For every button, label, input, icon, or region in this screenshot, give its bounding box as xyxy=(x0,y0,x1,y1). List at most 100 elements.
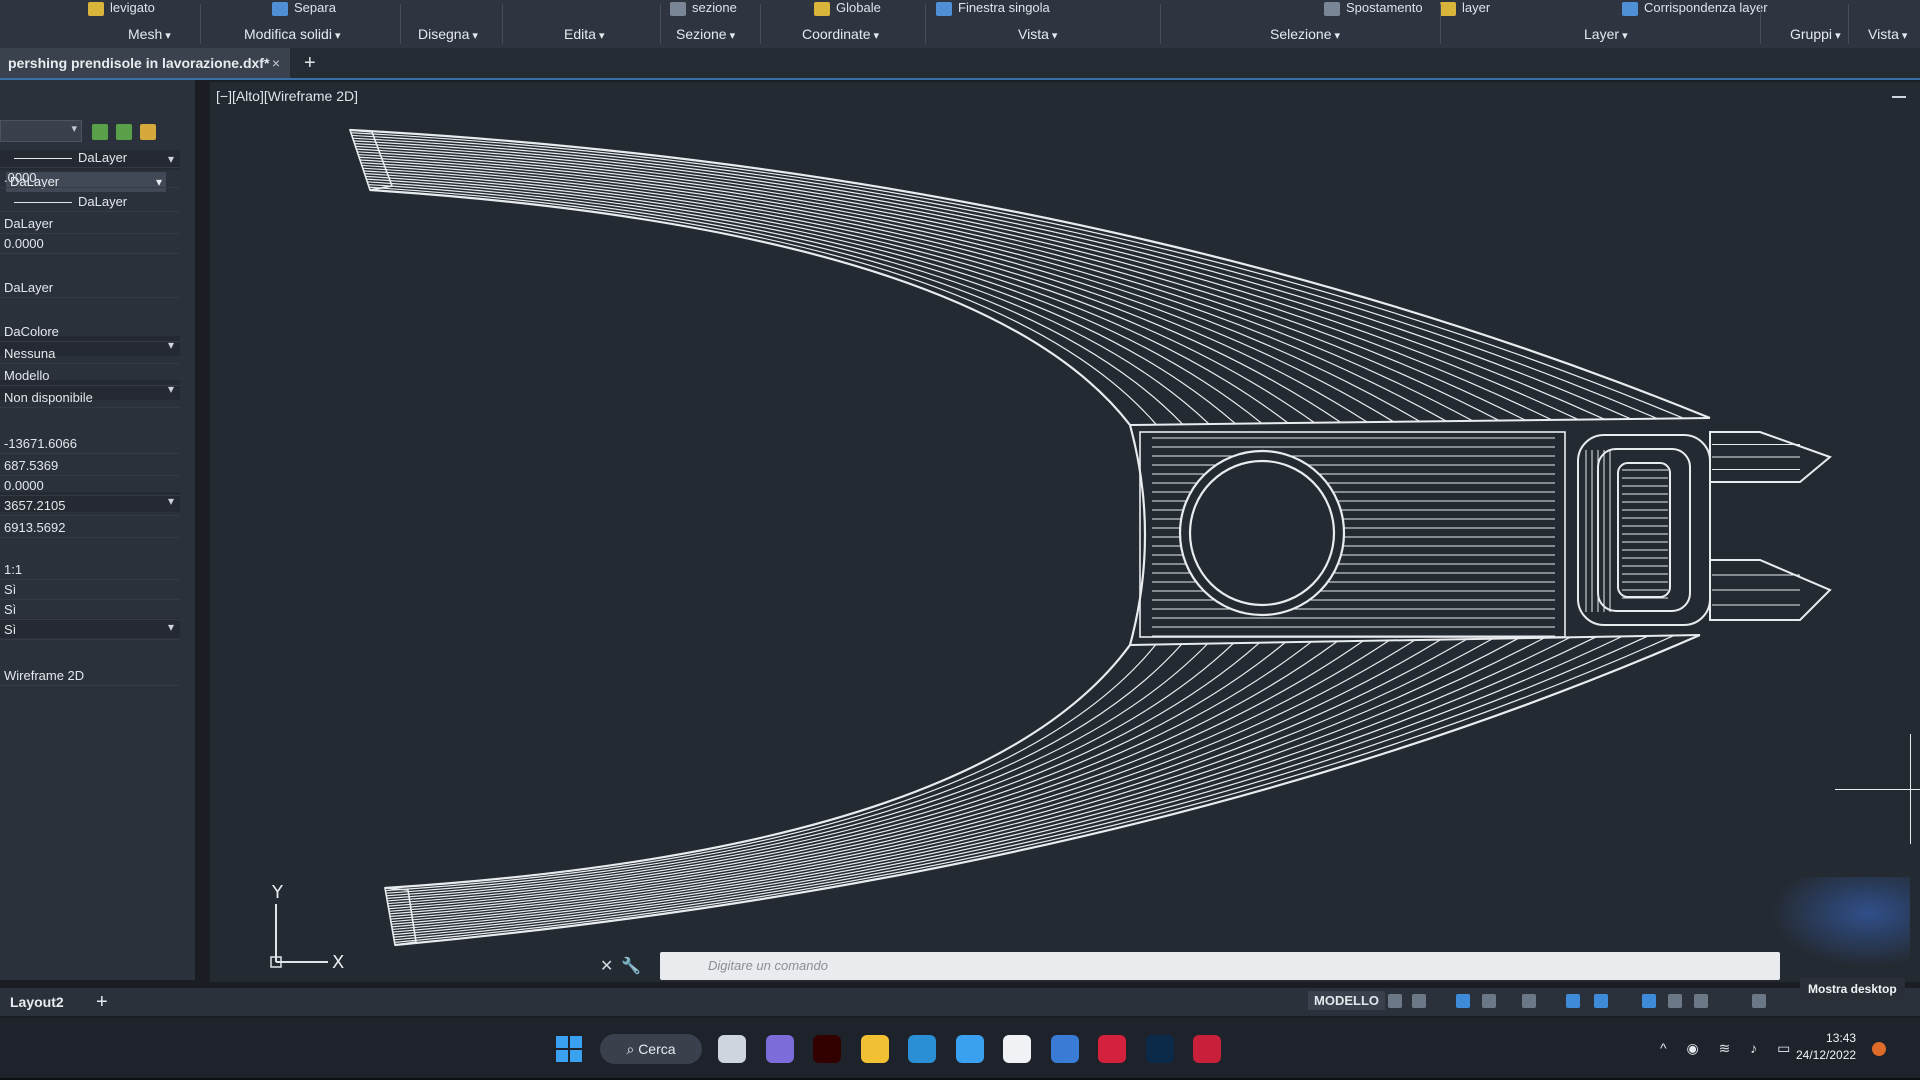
ribbon-tool-label[interactable]: sezione xyxy=(692,0,737,15)
select-objects-icon[interactable] xyxy=(92,124,108,140)
taskbar-app-edge-icon[interactable] xyxy=(908,1035,936,1063)
ribbon-tool-icon[interactable] xyxy=(936,2,952,16)
file-tab-bar: pershing prendisole in lavorazione.dxf* … xyxy=(0,48,1920,80)
ortho-icon[interactable] xyxy=(1456,994,1470,1008)
start-button[interactable] xyxy=(556,1036,582,1062)
ribbon-panel-title[interactable]: Disegna xyxy=(418,26,478,42)
property-value[interactable]: Non disponibile xyxy=(0,388,180,408)
hatch-inner-ring xyxy=(1188,459,1336,607)
property-value[interactable]: 3657.2105 xyxy=(0,496,180,516)
object-snap-tracking-icon[interactable] xyxy=(1566,994,1580,1008)
ribbon-separator xyxy=(660,4,661,44)
taskbar-app-task-view-icon[interactable] xyxy=(718,1035,746,1063)
center-block-left-edge xyxy=(1128,424,1147,646)
layout-tab[interactable]: Layout2 xyxy=(10,988,64,1016)
ribbon-panel-title[interactable]: Gruppi xyxy=(1790,26,1841,42)
ribbon-tool-label[interactable]: Spostamento xyxy=(1346,0,1423,15)
ribbon-tool-label[interactable]: Corrispondenza layer xyxy=(1644,0,1768,15)
viewport-controls-label[interactable]: [−][Alto][Wireframe 2D] xyxy=(216,88,358,104)
taskbar-app-illustrator-icon[interactable] xyxy=(813,1035,841,1063)
property-value[interactable]: DaLayer xyxy=(0,214,180,234)
ribbon-separator xyxy=(1440,4,1441,44)
ribbon-tool-label[interactable]: Separa xyxy=(294,0,336,15)
upper-wing-plank-line xyxy=(359,156,1447,422)
add-layout-button[interactable]: + xyxy=(96,988,108,1016)
crosshair-cursor-h xyxy=(1835,789,1920,790)
taskbar-app-photoshop-icon[interactable] xyxy=(1145,1035,1174,1063)
taskbar-app-chrome-icon[interactable] xyxy=(955,1035,984,1063)
ribbon-panel-title[interactable]: Selezione xyxy=(1270,26,1340,42)
property-value[interactable]: .0000 xyxy=(0,168,180,188)
grid-icon[interactable] xyxy=(1388,994,1402,1008)
property-value[interactable]: DaLayer xyxy=(0,278,180,298)
snap-icon[interactable] xyxy=(1412,994,1426,1008)
ribbon-panel-title[interactable]: Coordinate xyxy=(802,26,879,42)
ribbon-panel-title[interactable]: Edita xyxy=(564,26,605,42)
close-icon[interactable]: ✕ xyxy=(600,958,613,975)
pickadd-icon[interactable] xyxy=(140,124,156,140)
ribbon-panel-title[interactable]: Sezione xyxy=(676,26,735,42)
taskbar-app-store-icon[interactable] xyxy=(1003,1035,1031,1063)
drawing-viewport[interactable]: YX [−][Alto][Wireframe 2D] ✕ 🔧 Digitare u… xyxy=(210,82,1920,982)
taskbar-app-chat-icon[interactable] xyxy=(765,1035,794,1063)
taskbar-app-pen-icon[interactable] xyxy=(1050,1035,1079,1063)
property-value[interactable]: DaLayer xyxy=(0,148,180,168)
ribbon-tool-label[interactable]: Finestra singola xyxy=(958,0,1050,15)
ribbon-tool-icon[interactable] xyxy=(1324,2,1340,16)
property-value[interactable]: Sì xyxy=(0,620,180,640)
property-value[interactable]: 0.0000 xyxy=(0,234,180,254)
property-value[interactable]: 687.5369 xyxy=(0,456,180,476)
polar-icon[interactable] xyxy=(1482,994,1496,1008)
ribbon-tool-icon[interactable] xyxy=(814,2,830,16)
property-value[interactable]: -13671.6066 xyxy=(0,434,180,454)
ribbon-panel-title[interactable]: Vista xyxy=(1018,26,1057,42)
clock[interactable]: 13:43 24/12/2022 xyxy=(1796,1030,1856,1064)
selection-dropdown[interactable] xyxy=(0,120,82,142)
ribbon-tool-label[interactable]: Globale xyxy=(836,0,881,15)
property-value[interactable]: Sì xyxy=(0,580,180,600)
taskbar-app-file-explorer-icon[interactable] xyxy=(860,1035,889,1063)
ribbon-tool-icon[interactable] xyxy=(670,2,686,16)
gear-icon[interactable] xyxy=(1752,994,1766,1008)
isodraft-icon[interactable] xyxy=(1522,994,1536,1008)
file-tab[interactable]: pershing prendisole in lavorazione.dxf* … xyxy=(0,48,290,78)
property-value[interactable]: Nessuna xyxy=(0,344,180,364)
property-value[interactable]: 1:1 xyxy=(0,560,180,580)
property-value[interactable]: 6913.5692 xyxy=(0,518,180,538)
taskbar-app-autocad-icon[interactable] xyxy=(1193,1035,1221,1063)
minimize-icon[interactable] xyxy=(1892,96,1906,98)
property-value[interactable]: 0.0000 xyxy=(0,476,180,496)
command-input[interactable]: Digitare un comando xyxy=(660,952,1780,980)
model-space-button[interactable]: MODELLO xyxy=(1308,991,1385,1010)
system-tray[interactable]: ^ ◉ ≋ ♪ ▭ xyxy=(1660,1040,1798,1057)
notification-badge[interactable] xyxy=(1872,1042,1886,1056)
ribbon-panel-title[interactable]: Mesh xyxy=(128,26,171,42)
annotation-visibility-icon[interactable] xyxy=(1642,994,1656,1008)
ribbon-tool-icon[interactable] xyxy=(1622,2,1638,16)
quick-select-icon[interactable] xyxy=(116,124,132,140)
ribbon-tool-icon[interactable] xyxy=(1440,2,1456,16)
property-value[interactable]: Wireframe 2D xyxy=(0,666,180,686)
upper-wing-plank-line xyxy=(364,173,1289,424)
ribbon-tool-label[interactable]: levigato xyxy=(110,0,155,15)
ribbon-panel-title[interactable]: Layer xyxy=(1584,26,1628,42)
new-tab-button[interactable]: + xyxy=(304,48,316,78)
annotation-scale-icon[interactable] xyxy=(1694,994,1708,1008)
object-snap-icon[interactable] xyxy=(1594,994,1608,1008)
ribbon-tool-label[interactable]: layer xyxy=(1462,0,1490,15)
property-value[interactable]: DaLayer xyxy=(0,192,180,212)
wrench-icon[interactable]: 🔧 xyxy=(621,958,641,975)
close-icon[interactable]: × xyxy=(272,48,280,78)
ribbon-panel-title[interactable]: Modifica solidi xyxy=(244,26,341,42)
property-value[interactable]: DaColore xyxy=(0,322,180,342)
property-value[interactable]: Modello xyxy=(0,366,180,386)
ribbon-panel-title[interactable]: Vista xyxy=(1868,26,1907,42)
ribbon-tool-icon[interactable] xyxy=(272,2,288,16)
autoscale-icon[interactable] xyxy=(1668,994,1682,1008)
ribbon-tool-icon[interactable] xyxy=(88,2,104,16)
property-value-text: DaLayer xyxy=(78,194,128,209)
taskbar-app-opera-icon[interactable] xyxy=(1098,1035,1126,1063)
command-line-tools: ✕ 🔧 xyxy=(600,956,649,976)
property-value[interactable]: Sì xyxy=(0,600,180,620)
search-button[interactable]: ⌕ Cerca xyxy=(600,1034,702,1064)
